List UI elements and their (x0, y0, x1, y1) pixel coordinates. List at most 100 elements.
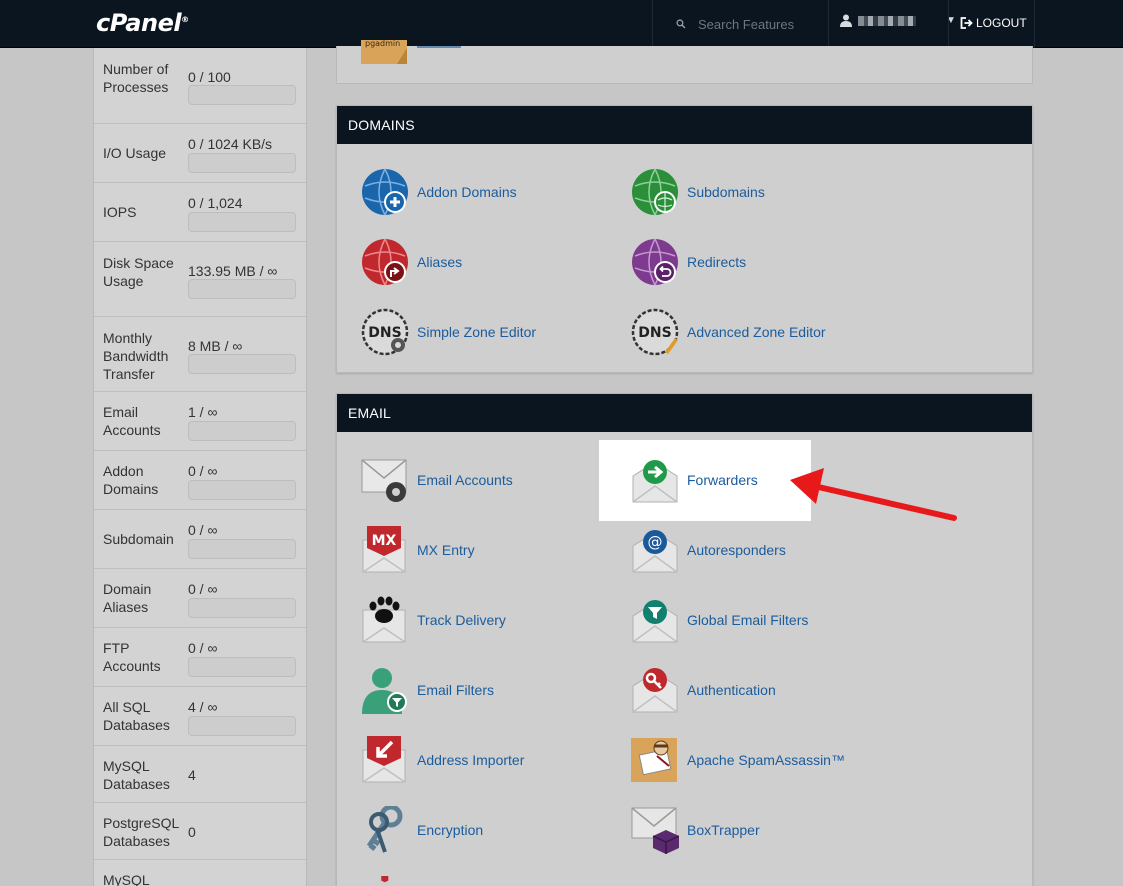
spamassassin-link[interactable]: Apache SpamAssassin™ (631, 736, 845, 784)
aliases-icon (362, 238, 408, 286)
username-redacted (858, 15, 916, 26)
sidebar-stat-row: Number of Processes 0 / 100 (94, 48, 306, 124)
mx-entry-link[interactable]: MX MX Entry (361, 526, 475, 574)
stat-value: 0 / ∞ (188, 463, 218, 479)
global-email-filters-icon (632, 600, 678, 643)
sidebar-stat-row: Monthly Bandwidth Transfer 8 MB / ∞ (94, 317, 306, 392)
mx-icon-text: MX (372, 533, 397, 549)
track-delivery-label: Track Delivery (417, 612, 506, 628)
aliases-label: Aliases (417, 254, 463, 270)
addon-domains-link[interactable]: Addon Domains (361, 168, 517, 216)
navbar-divider (828, 0, 829, 48)
encryption-icon (366, 806, 403, 853)
phppgadmin-link-partial[interactable] (417, 40, 461, 48)
subdomains-icon (632, 168, 678, 216)
phppgadmin-icon[interactable]: pgadmin (361, 40, 409, 68)
logo-text: cPanel (96, 9, 182, 37)
stat-value: 0 / ∞ (188, 640, 218, 656)
advanced-zone-editor-link[interactable]: DNS Advanced Zone Editor (631, 308, 826, 356)
track-delivery-link[interactable]: Track Delivery (361, 596, 506, 644)
autoresponders-icon: @ (632, 530, 678, 573)
subdomains-link[interactable]: Subdomains (631, 168, 765, 216)
boxtrapper-link[interactable]: BoxTrapper (631, 806, 760, 854)
usage-progress-bar (188, 85, 296, 105)
autoresponders-link[interactable]: @ Autoresponders (631, 526, 786, 574)
global-email-filters-link[interactable]: Global Email Filters (631, 596, 808, 644)
aliases-link[interactable]: Aliases (361, 238, 462, 286)
simple-zone-editor-icon: DNS (361, 308, 409, 356)
annotation-arrow-icon (790, 468, 957, 521)
stat-label: I/O Usage (103, 145, 167, 161)
forwarders-label: Forwarders (687, 472, 758, 488)
search-input[interactable] (698, 16, 818, 32)
next-email-item-partial[interactable] (361, 876, 409, 886)
addon-domains-icon (362, 168, 408, 216)
stat-label: All SQL Databases (103, 699, 170, 733)
stat-label: PostgreSQL Databases (103, 815, 179, 849)
logout-icon (960, 17, 973, 29)
pgadmin-icon-text: pgadmin (365, 40, 400, 48)
stat-value: 4 (188, 767, 196, 783)
sidebar-stat-row: Domain Aliases 0 / ∞ (94, 569, 306, 628)
stat-value: 4 / ∞ (188, 699, 218, 715)
stat-label: Disk Space Usage (103, 255, 174, 289)
sidebar-stat-row: Disk Space Usage 133.95 MB / ∞ (94, 242, 306, 317)
stat-label: Addon Domains (103, 463, 159, 497)
sidebar-stat-row: IOPS 0 / 1,024 (94, 183, 306, 242)
databases-panel-partial: pgadmin (336, 40, 1033, 84)
user-menu[interactable]: ▼ (840, 14, 956, 27)
usage-progress-bar (188, 657, 296, 677)
search-icon (676, 19, 686, 29)
forwarders-link[interactable]: Forwarders (631, 456, 758, 504)
sidebar-stat-row: MySQL (94, 860, 306, 886)
stat-label: Monthly Bandwidth Transfer (103, 330, 169, 382)
autoresponders-label: Autoresponders (687, 542, 786, 558)
authentication-link[interactable]: Authentication (631, 666, 776, 714)
email-accounts-icon (361, 459, 407, 502)
spamassassin-icon (631, 738, 677, 782)
stat-label: Domain Aliases (103, 581, 152, 615)
sidebar-stat-row: PostgreSQL Databases 0 (94, 803, 306, 860)
sidebar-stat-row: Subdomain 0 / ∞ (94, 510, 306, 569)
stat-value: 0 / ∞ (188, 581, 218, 597)
usage-progress-bar (188, 354, 296, 374)
email-filters-link[interactable]: Email Filters (361, 666, 494, 714)
stat-label: MySQL Databases (103, 758, 170, 792)
usage-progress-bar (188, 153, 296, 173)
address-importer-link[interactable]: Address Importer (361, 736, 524, 784)
authentication-icon (632, 668, 678, 713)
dns-icon-text: DNS (638, 325, 671, 341)
logout-button[interactable]: LOGOUT (960, 16, 1027, 30)
simple-zone-editor-link[interactable]: DNS Simple Zone Editor (361, 308, 536, 356)
usage-progress-bar (188, 212, 296, 232)
top-navbar: cPanel® ▼ LOGOUT (0, 0, 1123, 48)
email-filters-icon (362, 668, 407, 714)
authentication-label: Authentication (687, 682, 776, 698)
advanced-zone-editor-label: Advanced Zone Editor (687, 324, 826, 340)
encryption-link[interactable]: Encryption (361, 806, 483, 854)
svg-text:@: @ (648, 533, 663, 551)
advanced-zone-editor-icon: DNS (631, 308, 679, 356)
usage-progress-bar (188, 598, 296, 618)
cpanel-logo[interactable]: cPanel® (96, 9, 189, 37)
stat-value: 0 / ∞ (188, 522, 218, 538)
spamassassin-label: Apache SpamAssassin™ (687, 752, 845, 768)
sidebar-stat-row: I/O Usage 0 / 1024 KB/s (94, 124, 306, 183)
redirects-label: Redirects (687, 254, 747, 270)
navbar-divider (652, 0, 653, 48)
stat-label: IOPS (103, 204, 137, 220)
redirects-link[interactable]: Redirects (631, 238, 746, 286)
email-accounts-link[interactable]: Email Accounts (361, 456, 513, 504)
navbar-divider (1034, 0, 1035, 48)
stat-label: FTP Accounts (103, 640, 161, 674)
usage-progress-bar (188, 539, 296, 559)
subdomains-label: Subdomains (687, 184, 765, 200)
stat-value: 8 MB / ∞ (188, 338, 243, 354)
stat-label: Number of Processes (103, 61, 169, 95)
sidebar-stat-row: Addon Domains 0 / ∞ (94, 451, 306, 510)
addon-domains-label: Addon Domains (417, 184, 517, 200)
mx-entry-icon (381, 876, 389, 883)
search-features[interactable] (668, 14, 818, 34)
forwarders-icon (632, 460, 678, 503)
stat-value: 1 / ∞ (188, 404, 218, 420)
